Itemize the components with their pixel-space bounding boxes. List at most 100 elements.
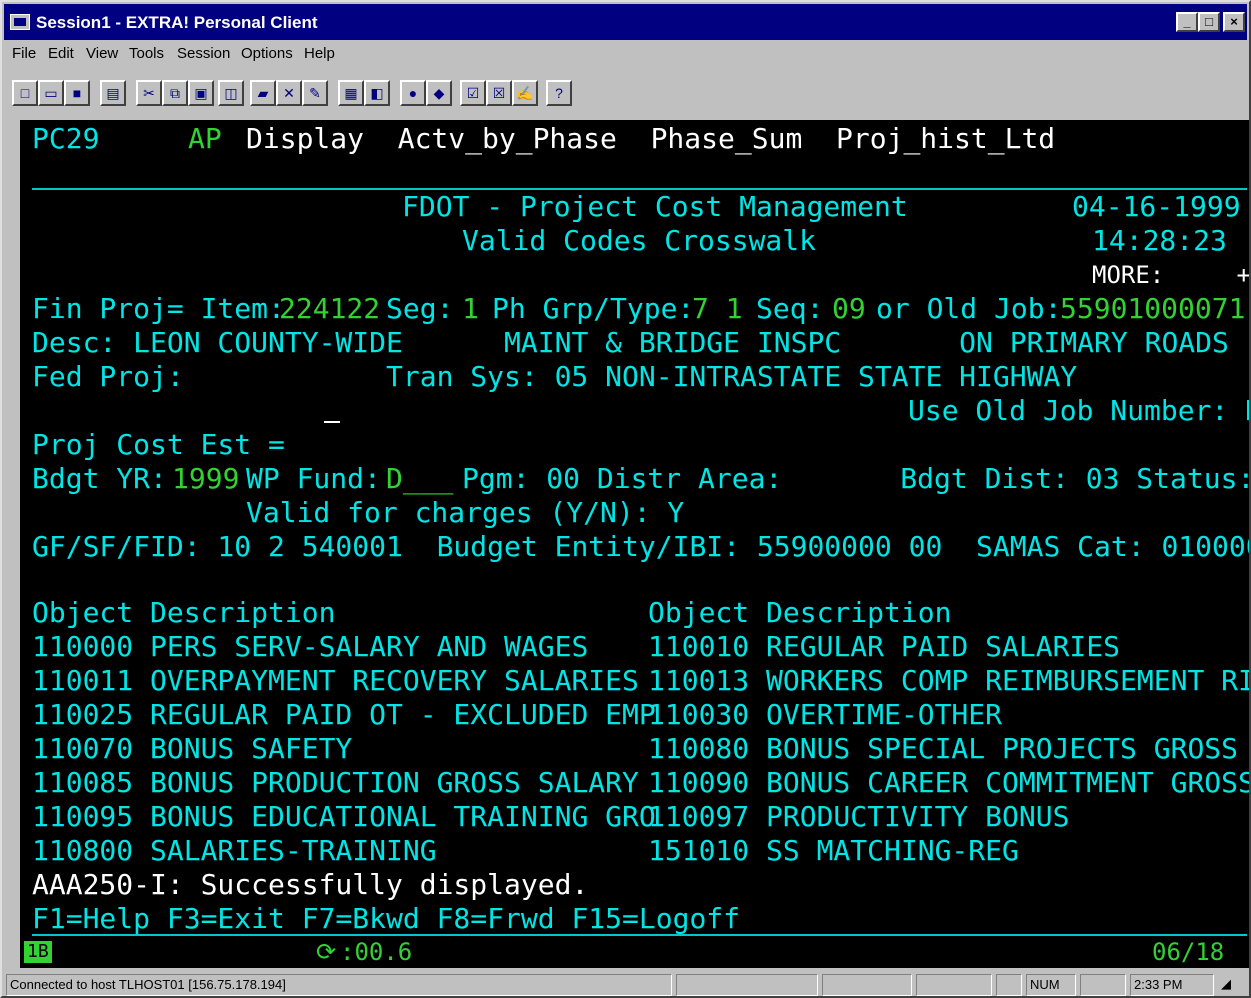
wp-fund-field[interactable]: D___ (386, 462, 453, 496)
action-bar[interactable]: Display Actv_by_Phase Phase_Sum Proj_his… (246, 122, 1055, 156)
menu-bar: File Edit View Tools Session Options Hel… (4, 40, 1247, 68)
right-column-header: Object Description (648, 596, 952, 629)
response-timer: :00.6 (340, 938, 413, 966)
list-item: 110025 REGULAR PAID OT - EXCLUDED EMP (32, 698, 656, 731)
operator-info-area: 1B ⟳ :00.6 06/18 (20, 936, 1249, 968)
fed-proj-label: Fed Proj: (32, 360, 184, 393)
list-item: 110085 BONUS PRODUCTION GROSS SALARY (32, 766, 639, 799)
status-message: AAA250-I: Successfully displayed. (32, 868, 589, 901)
save-icon[interactable]: ■ (64, 80, 90, 106)
session-icon[interactable] (10, 14, 30, 30)
ph-label: Ph Grp/Type: (492, 292, 695, 325)
item-field[interactable]: 224122 (279, 292, 380, 326)
status-pane (996, 974, 1022, 996)
left-column-header: Object Description (32, 596, 336, 629)
edit-icon[interactable]: ◆ (426, 80, 452, 106)
window-title: Session1 - EXTRA! Personal Client (36, 13, 318, 32)
host-icon[interactable]: ▦ (338, 80, 364, 106)
new-icon[interactable]: □ (12, 80, 38, 106)
menu-options[interactable]: Options (241, 45, 293, 62)
app-window: Session1 - EXTRA! Personal Client _ □ × … (0, 0, 1251, 998)
proj-cost-label: Proj Cost Est = (32, 428, 285, 461)
screen-title: FDOT - Project Cost Management (402, 190, 908, 223)
status-bar: Connected to host TLHOST01 [156.75.178.1… (4, 970, 1247, 998)
seq-field[interactable]: 09 (832, 292, 866, 326)
seq-label: Seq: (756, 292, 824, 325)
list-item: 110097 PRODUCTIVITY BONUS (648, 800, 1070, 833)
check-icon[interactable]: ☑ (460, 80, 486, 106)
clock: 2:33 PM (1130, 974, 1214, 996)
ph-field[interactable]: 7 1 (692, 292, 743, 326)
folder-icon[interactable]: ▰ (250, 80, 276, 106)
session-indicator: 1B (24, 941, 52, 963)
record-icon[interactable]: ◧ (364, 80, 390, 106)
more-indicator: MORE: + (1092, 261, 1249, 289)
text-cursor (324, 421, 340, 423)
paint-icon[interactable]: ● (400, 80, 426, 106)
help-icon[interactable]: ? (546, 80, 572, 106)
bdgt-rest-line: Pgm: 00 Distr Area: Bdgt Dist: 03 Status… (462, 462, 1249, 495)
sign-icon[interactable]: ☒ (486, 80, 512, 106)
time-display: 14:28:23 (1092, 224, 1227, 257)
gf-sf-line: GF/SF/FID: 10 2 540001 Budget Entity/IBI… (32, 530, 1249, 563)
list-item: 110011 OVERPAYMENT RECOVERY SALARIES (32, 664, 639, 697)
use-old-job-line: Use Old Job Number: N (908, 394, 1249, 427)
status-pane (1080, 974, 1126, 996)
open-icon[interactable]: ▭ (38, 80, 64, 106)
list-item: 110095 BONUS EDUCATIONAL TRAINING GRO (32, 800, 656, 833)
list-item: 151010 SS MATCHING-REG (648, 834, 1019, 867)
cut-icon[interactable]: ✂ (136, 80, 162, 106)
description-line: Desc: LEON COUNTY-WIDE MAINT & BRIDGE IN… (32, 326, 1229, 359)
old-job-field[interactable]: 55901000071 (1060, 292, 1245, 326)
cursor-position: 06/18 (1152, 938, 1225, 966)
title-bar[interactable]: Session1 - EXTRA! Personal Client _ □ × (4, 4, 1247, 40)
bdgt-yr-field[interactable]: 1999 (172, 462, 239, 496)
note-icon[interactable]: ✍ (512, 80, 538, 106)
toolbar: □ ▭ ■ ▤ ✂ ⧉ ▣ ◫ ▰ ✕ ✎ ▦ ◧ ● ◆ ☑ ☒ ✍ ? (4, 72, 1247, 116)
close-button[interactable]: × (1223, 12, 1245, 32)
print-icon[interactable]: ▤ (100, 80, 126, 106)
menu-edit[interactable]: Edit (48, 45, 74, 62)
old-job-label: or Old Job: (876, 292, 1062, 325)
status-pane (916, 974, 992, 996)
menu-file[interactable]: File (12, 45, 36, 62)
function-keys[interactable]: F1=Help F3=Exit F7=Bkwd F8=Frwd F15=Logo… (32, 902, 740, 936)
list-item: 110070 BONUS SAFETY (32, 732, 353, 765)
list-item: 110010 REGULAR PAID SALARIES (648, 630, 1121, 663)
minimize-button[interactable]: _ (1176, 12, 1198, 32)
menu-help[interactable]: Help (304, 45, 335, 62)
tran-sys-line: Tran Sys: 05 NON-INTRASTATE STATE HIGHWA… (386, 360, 1078, 393)
list-item: 110090 BONUS CAREER COMMITMENT GROSS (648, 766, 1249, 799)
status-pane (822, 974, 912, 996)
seg-field[interactable]: 1 (462, 292, 479, 326)
macro-icon[interactable]: ✎ (302, 80, 328, 106)
num-lock-indicator: NUM (1026, 974, 1076, 996)
screen-id: PC29 (32, 122, 100, 155)
restore-button[interactable]: □ (1198, 12, 1220, 32)
wp-fund-label: WP Fund: (246, 462, 381, 495)
capture-icon[interactable]: ◫ (218, 80, 244, 106)
bdgt-yr-label: Bdgt YR: (32, 462, 167, 495)
date-display: 04-16-1999 (1072, 190, 1241, 223)
list-item: 110013 WORKERS COMP REIMBURSEMENT RIS (648, 664, 1249, 697)
menu-session[interactable]: Session (177, 45, 230, 62)
list-item: 110030 OVERTIME-OTHER (648, 698, 1003, 731)
fin-proj-label: Fin Proj= Item: (32, 292, 285, 325)
valid-charges-line: Valid for charges (Y/N): Y (246, 496, 685, 529)
timer-icon: ⟳ (316, 938, 337, 966)
status-pane (676, 974, 818, 996)
tools-icon[interactable]: ✕ (276, 80, 302, 106)
menu-tools[interactable]: Tools (129, 45, 164, 62)
connection-status: Connected to host TLHOST01 [156.75.178.1… (6, 974, 672, 996)
paste-icon[interactable]: ▣ (188, 80, 214, 106)
terminal-screen[interactable]: PC29 AP Display Actv_by_Phase Phase_Sum … (20, 120, 1249, 936)
list-item: 110800 SALARIES-TRAINING (32, 834, 437, 867)
list-item: 110000 PERS SERV-SALARY AND WAGES (32, 630, 589, 663)
menu-view[interactable]: View (86, 45, 118, 62)
list-item: 110080 BONUS SPECIAL PROJECTS GROSS S (648, 732, 1249, 765)
seg-label: Seg: (386, 292, 454, 325)
screen-subtitle: Valid Codes Crosswalk (462, 224, 817, 257)
resize-grip-icon[interactable]: ◢ (1218, 974, 1244, 996)
mode-indicator: AP (188, 122, 222, 155)
copy-icon[interactable]: ⧉ (162, 80, 188, 106)
